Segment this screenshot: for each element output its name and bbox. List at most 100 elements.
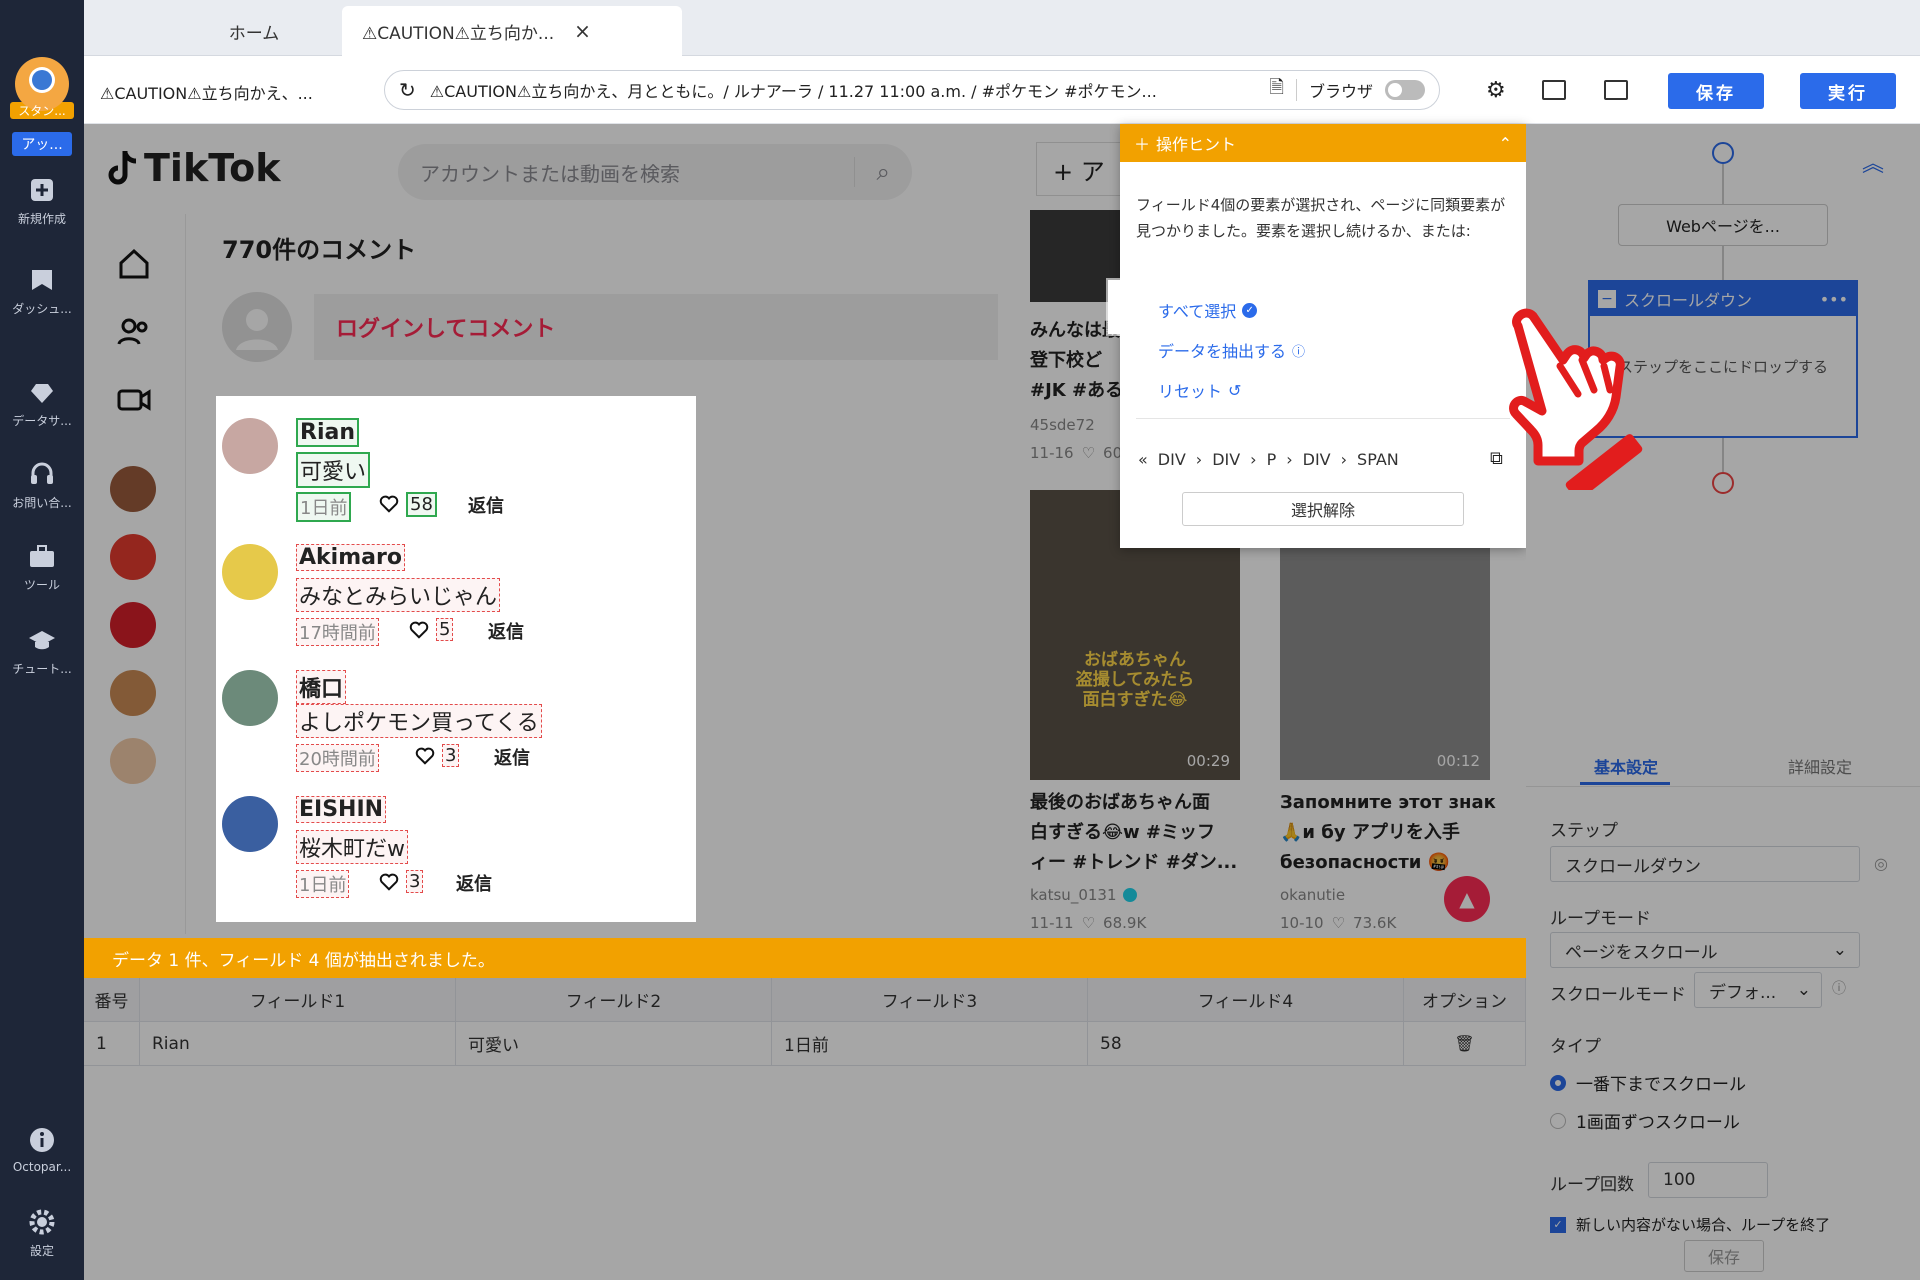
comment-text[interactable]: よしポケモン買ってくる xyxy=(296,704,542,738)
dashboard-icon xyxy=(32,270,52,290)
hint-title: 操作ヒント xyxy=(1156,135,1237,154)
nav-tutorial[interactable]: チュート... xyxy=(0,626,84,677)
save-button[interactable]: 保存 xyxy=(1668,73,1764,109)
comment-likes[interactable]: 58 xyxy=(406,492,437,517)
comment-username[interactable]: 橋口 xyxy=(296,670,347,704)
run-button[interactable]: 実行 xyxy=(1800,73,1896,109)
path-node[interactable]: SPAN xyxy=(1357,450,1399,469)
nav-contact[interactable]: お問い合... xyxy=(0,460,84,511)
divider xyxy=(1136,418,1510,419)
path-node[interactable]: DIV xyxy=(1212,450,1240,469)
deselect-button[interactable]: 選択解除 xyxy=(1182,492,1464,526)
nav-upgrade[interactable]: アッ... xyxy=(0,132,84,156)
toolbox-icon xyxy=(30,545,54,567)
info-icon xyxy=(30,1128,54,1152)
nav-octoparse-label: Octopar... xyxy=(12,1160,72,1174)
nav-octoparse[interactable]: Octopar... xyxy=(0,1126,84,1174)
left-sidebar: スタン... アッ... 新規作成 ダッシュ... データサ... お問い合..… xyxy=(0,0,84,1280)
nav-tools-label: ツール xyxy=(23,578,60,592)
gear-icon xyxy=(29,1209,55,1235)
comment-item[interactable]: EISHIN 桜木町だw 1日前 3 返信 xyxy=(216,774,696,900)
operation-hint-panel: ＋ 操作ヒント ⌃ フィールド4個の要素が選択され、ページに同類要素が見つかりま… xyxy=(1108,124,1538,548)
panel-icon[interactable] xyxy=(1542,80,1566,100)
tab-home[interactable]: ホーム xyxy=(164,6,344,56)
toggle-knob xyxy=(1388,83,1402,97)
select-all-link[interactable]: すべて選択 ✓ xyxy=(1158,298,1258,322)
comment-time[interactable]: 17時間前 xyxy=(296,618,379,646)
heart-icon[interactable] xyxy=(414,744,436,766)
url-text: ⚠CAUTION⚠立ち向かえ、月とともに。/ ルナアーラ / 11.27 11:… xyxy=(429,82,1157,101)
avatar[interactable] xyxy=(222,670,278,726)
collapse-icon[interactable]: ⌃ xyxy=(1499,134,1512,153)
comment-time[interactable]: 1日前 xyxy=(296,870,350,898)
comment-text[interactable]: みなとみらいじゃん xyxy=(296,578,501,612)
reply-button[interactable]: 返信 xyxy=(488,618,524,644)
path-node[interactable]: DIV xyxy=(1303,450,1331,469)
avatar[interactable] xyxy=(222,418,278,474)
document-icon[interactable]: 🗎 xyxy=(1270,75,1284,105)
window-icon[interactable] xyxy=(1604,80,1628,100)
tab-bar: ホーム ⚠CAUTION⚠立ち向か... × xyxy=(84,0,1920,56)
comment-text[interactable]: 可愛い xyxy=(296,452,371,488)
comments-list: Rian 可愛い 1日前 58 返信 Akimaro みなとみらいじゃん 17時… xyxy=(216,396,696,922)
close-icon[interactable]: × xyxy=(574,19,591,43)
nav-user[interactable]: スタン... xyxy=(0,56,84,119)
nav-new[interactable]: 新規作成 xyxy=(0,176,84,227)
gear-icon[interactable]: ⚙ xyxy=(1486,78,1506,103)
page-title: ⚠CAUTION⚠立ち向かえ、... xyxy=(100,84,313,103)
comment-likes[interactable]: 5 xyxy=(436,618,454,641)
pointing-hand-icon xyxy=(1509,308,1643,490)
reset-link[interactable]: リセット ↺ xyxy=(1158,378,1241,402)
heart-icon[interactable] xyxy=(408,618,430,640)
plus-icon: ＋ xyxy=(1134,135,1151,154)
tab-current[interactable]: ⚠CAUTION⚠立ち向か... × xyxy=(342,6,682,56)
extract-label: データを抽出する xyxy=(1158,342,1287,361)
comment-username[interactable]: Akimaro xyxy=(296,544,405,571)
comment-username[interactable]: EISHIN xyxy=(296,796,387,823)
browser-toggle[interactable] xyxy=(1385,80,1425,100)
url-field[interactable]: ↻ ⚠CAUTION⚠立ち向かえ、月とともに。/ ルナアーラ / 11.27 1… xyxy=(384,70,1440,110)
nav-data-service[interactable]: データサ... xyxy=(0,378,84,429)
reply-button[interactable]: 返信 xyxy=(456,870,492,896)
extract-data-link[interactable]: データを抽出する ⓘ xyxy=(1158,338,1305,362)
nav-settings[interactable]: 設定 xyxy=(0,1208,84,1259)
refresh-icon[interactable]: ↻ xyxy=(399,78,416,102)
nav-settings-label: 設定 xyxy=(29,1244,54,1258)
nav-tutorial-label: チュート... xyxy=(12,662,72,676)
avatar[interactable] xyxy=(222,796,278,852)
nav-contact-label: お問い合... xyxy=(12,496,72,510)
tab-home-label: ホーム xyxy=(228,23,280,44)
comment-item[interactable]: Akimaro みなとみらいじゃん 17時間前 5 返信 xyxy=(216,522,696,648)
comment-likes[interactable]: 3 xyxy=(406,870,424,893)
path-node[interactable]: P xyxy=(1267,450,1277,469)
headset-icon xyxy=(31,462,53,484)
divider xyxy=(1295,79,1297,101)
reply-button[interactable]: 返信 xyxy=(494,744,530,770)
comment-time[interactable]: 1日前 xyxy=(296,492,352,522)
data-service-icon xyxy=(31,384,53,403)
comment-item[interactable]: Rian 可愛い 1日前 58 返信 xyxy=(216,396,696,522)
avatar[interactable] xyxy=(222,544,278,600)
reply-button[interactable]: 返信 xyxy=(468,492,504,518)
path-node[interactable]: DIV xyxy=(1158,450,1186,469)
browser-label: ブラウザ xyxy=(1308,82,1373,101)
comment-username[interactable]: Rian xyxy=(296,418,359,447)
nav-user-label: スタン... xyxy=(10,102,74,119)
path-back-icon[interactable]: « xyxy=(1138,450,1148,469)
chevron-right-icon: › xyxy=(1250,450,1257,469)
address-row: ⚠CAUTION⚠立ち向かえ、... ↻ ⚠CAUTION⚠立ち向かえ、月ととも… xyxy=(84,56,1920,124)
heart-icon[interactable] xyxy=(378,870,400,892)
nav-data-service-label: データサ... xyxy=(12,414,72,428)
dim-overlay xyxy=(84,978,1526,1280)
nav-tools[interactable]: ツール xyxy=(0,542,84,593)
comment-item[interactable]: 橋口 よしポケモン買ってくる 20時間前 3 返信 xyxy=(216,648,696,774)
dim-overlay xyxy=(1526,738,1920,1280)
nav-dashboard[interactable]: ダッシュ... xyxy=(0,266,84,317)
comment-likes[interactable]: 3 xyxy=(442,744,460,767)
comment-text[interactable]: 桜木町だw xyxy=(296,830,408,864)
nav-upgrade-label: アッ... xyxy=(12,132,72,156)
heart-icon[interactable] xyxy=(378,492,400,514)
comment-time[interactable]: 20時間前 xyxy=(296,744,379,772)
tab-current-label: ⚠CAUTION⚠立ち向か... xyxy=(362,23,555,44)
nav-new-label: 新規作成 xyxy=(17,212,66,226)
